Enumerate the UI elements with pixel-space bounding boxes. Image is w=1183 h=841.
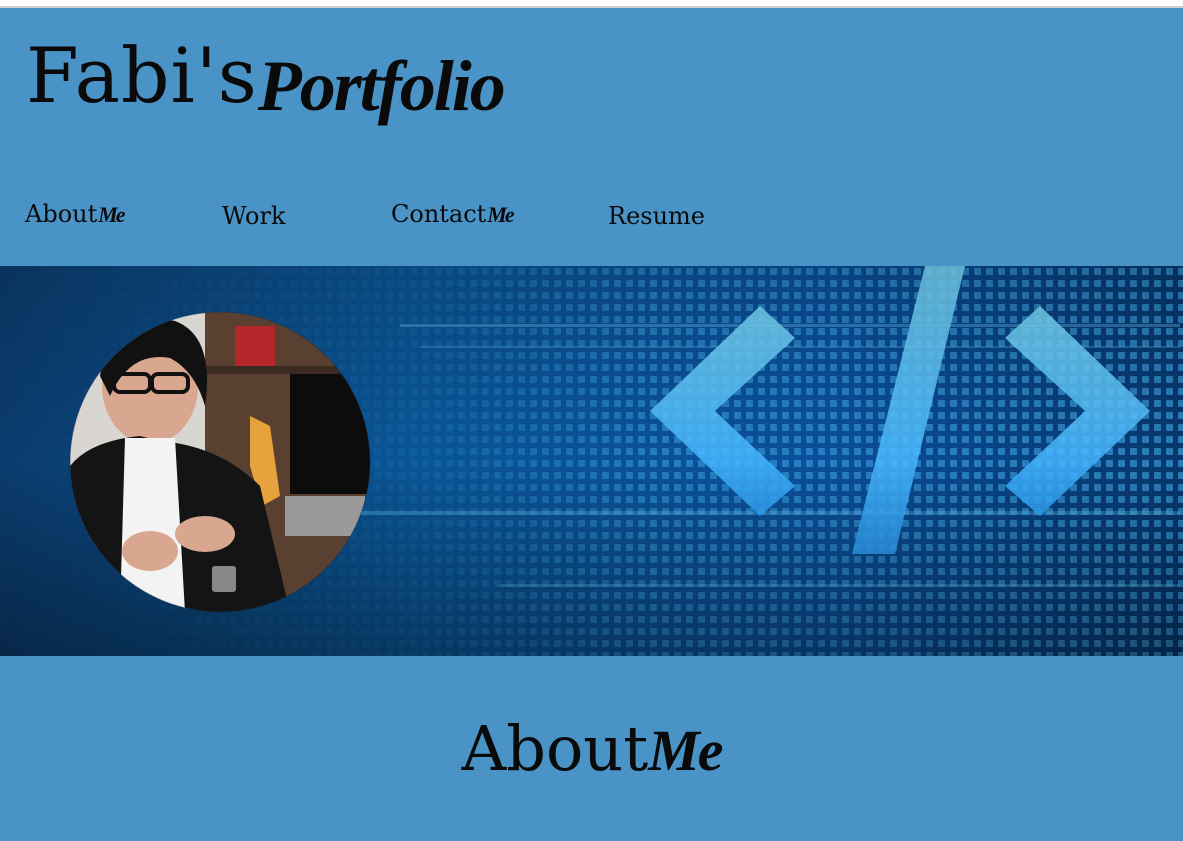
nav-item-label: Contact [391, 200, 487, 228]
about-heading: AboutMe [0, 718, 1183, 780]
about-section: AboutMe [0, 656, 1183, 841]
site-title: Fabi'sPortfolio [26, 38, 506, 123]
nav-item-label: About [25, 200, 98, 228]
nav-item-about[interactable]: AboutMe [25, 200, 126, 228]
nav-item-work[interactable]: Work [222, 202, 286, 230]
hero-banner [0, 266, 1183, 656]
nav-item-contact[interactable]: ContactMe [391, 200, 515, 228]
nav-item-suffix: Me [487, 202, 514, 227]
site-title-main: Fabi's [26, 31, 258, 120]
about-heading-script: Me [648, 718, 723, 783]
site-title-script: Portfolio [257, 46, 506, 126]
hero-background-image [0, 266, 1183, 656]
main-nav: AboutMe Work ContactMe Resume [0, 200, 1183, 240]
site-header: Fabi'sPortfolio AboutMe Work ContactMe R… [0, 8, 1183, 266]
about-heading-main: About [461, 712, 649, 785]
nav-item-suffix: Me [98, 202, 125, 227]
browser-top-edge [0, 0, 1183, 8]
nav-item-label: Work [222, 202, 286, 230]
nav-item-label: Resume [608, 202, 706, 230]
nav-item-resume[interactable]: Resume [608, 202, 705, 230]
